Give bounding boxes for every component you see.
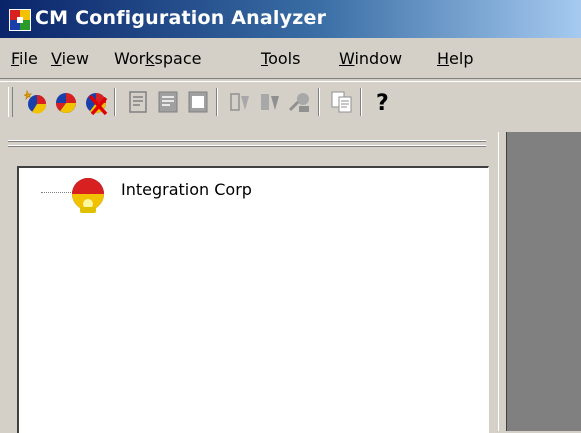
menu-workspace-label: space: [154, 49, 202, 68]
document-2-icon[interactable]: [154, 88, 182, 116]
open-workspace-icon[interactable]: [52, 88, 80, 116]
component-1-icon[interactable]: [226, 88, 254, 116]
document-3-icon[interactable]: [184, 88, 212, 116]
menu-window-mnemonic: W: [339, 49, 355, 68]
copy-icon[interactable]: [328, 88, 356, 116]
menu-window-label: indow: [354, 49, 403, 68]
pane-grip-line: [8, 145, 486, 147]
help-icon[interactable]: ?: [368, 88, 396, 116]
menu-view-mnemonic: V: [51, 49, 62, 68]
menu-bar: File View Workspace Tools Window Help: [0, 45, 581, 73]
document-1-icon[interactable]: [124, 88, 152, 116]
mdi-workspace-area: [506, 132, 581, 431]
pane-grip-line: [8, 140, 486, 142]
svg-text:?: ?: [376, 91, 389, 116]
toolbar-separator: [360, 88, 362, 116]
menu-workspace-prefix: Wor: [114, 49, 146, 68]
toolbar-grip[interactable]: [8, 87, 13, 117]
workspace-tree[interactable]: Integration Corp: [17, 166, 489, 433]
menu-view-label: iew: [61, 49, 89, 68]
app-icon[interactable]: [9, 9, 31, 31]
pane-grip[interactable]: [8, 140, 486, 152]
toolbar-separator: [114, 88, 116, 116]
toolbar-separator: [216, 88, 218, 116]
toolbar-separator: [318, 88, 320, 116]
window-title: CM Configuration Analyzer: [35, 7, 327, 29]
pane-splitter[interactable]: [498, 132, 506, 431]
new-workspace-icon[interactable]: [22, 88, 50, 116]
menu-help-label: elp: [449, 49, 474, 68]
title-bar[interactable]: CM Configuration Analyzer: [0, 0, 581, 38]
menu-file-mnemonic: F: [11, 49, 20, 68]
organization-pie-icon[interactable]: [69, 176, 107, 214]
menu-window[interactable]: Window: [339, 49, 402, 68]
menu-tools[interactable]: Tools: [261, 49, 300, 68]
menu-view[interactable]: View: [51, 49, 89, 68]
menu-file-label: ile: [19, 49, 38, 68]
component-2-icon[interactable]: [256, 88, 284, 116]
menu-file[interactable]: File: [11, 49, 38, 68]
component-3-icon[interactable]: [286, 88, 314, 116]
menu-tools-mnemonic: T: [261, 49, 269, 68]
menu-help-mnemonic: H: [437, 49, 450, 68]
menu-workspace[interactable]: Workspace: [114, 49, 201, 68]
tree-node-label[interactable]: Integration Corp: [121, 180, 252, 199]
toolbar: ?: [0, 82, 581, 122]
menu-help[interactable]: Help: [437, 49, 473, 68]
delete-workspace-icon[interactable]: [82, 88, 110, 116]
menu-workspace-mnemonic: k: [145, 49, 155, 68]
menu-tools-label: ools: [268, 49, 301, 68]
